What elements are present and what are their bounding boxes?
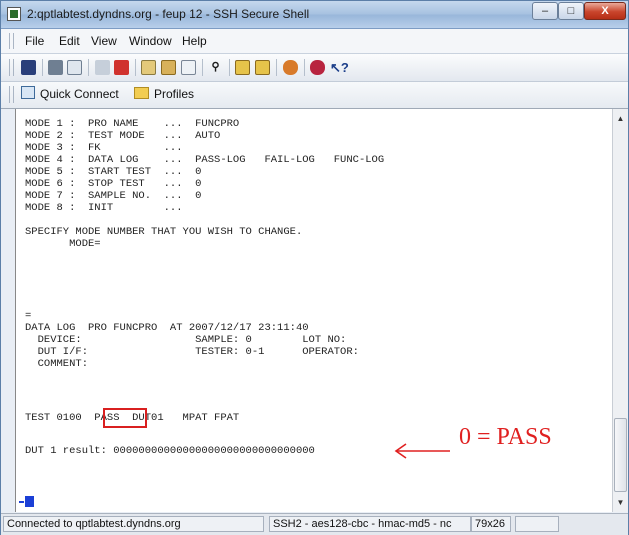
toolbar-separator xyxy=(229,59,230,76)
toolbar-grip xyxy=(9,59,14,76)
quick-connect-icon xyxy=(21,86,35,99)
minimize-button[interactable]: – xyxy=(532,2,558,20)
copy-icon[interactable] xyxy=(141,60,156,75)
quick-connect-button[interactable]: Quick Connect xyxy=(21,85,119,104)
status-lock-icon xyxy=(515,516,559,532)
status-bar: Connected to qptlabtest.dyndns.org SSH2 … xyxy=(1,513,628,535)
app-icon[interactable] xyxy=(7,7,21,21)
toolbar-separator xyxy=(88,59,89,76)
cursor-prefix xyxy=(19,501,24,503)
terminal-line: MODE 1 : PRO NAME ... FUNCPRO xyxy=(25,118,240,130)
terminal-line: = xyxy=(25,310,32,322)
terminal-line: MODE 8 : INIT ... xyxy=(25,202,183,214)
terminal-line: MODE 6 : STOP TEST ... 0 xyxy=(25,178,202,190)
toolbar-separator xyxy=(42,59,43,76)
menu-help[interactable]: Help xyxy=(182,34,207,48)
resize-grip-icon[interactable] xyxy=(561,516,625,532)
disconnect-icon[interactable] xyxy=(114,60,129,75)
toolbar-separator xyxy=(202,59,203,76)
status-cipher: SSH2 - aes128-cbc - hmac-md5 - nc xyxy=(269,516,471,532)
scroll-down-icon[interactable]: ▼ xyxy=(613,495,628,510)
profile-icon[interactable] xyxy=(255,60,270,75)
paste-icon[interactable] xyxy=(161,60,176,75)
menu-view[interactable]: View xyxy=(91,34,117,48)
save-icon[interactable] xyxy=(21,60,36,75)
terminal-line: SPECIFY MODE NUMBER THAT YOU WISH TO CHA… xyxy=(25,226,303,238)
menu-file[interactable]: File xyxy=(25,34,44,48)
terminal-line: MODE= xyxy=(25,238,101,250)
folder-icon xyxy=(134,87,149,99)
toolbar: ⚲ ↖? xyxy=(1,54,628,82)
terminal-line: DATA LOG PRO FUNCPRO AT 2007/12/17 23:11… xyxy=(25,322,309,334)
quick-connect-bar: Quick Connect Profiles xyxy=(1,82,628,109)
key-icon[interactable] xyxy=(310,60,325,75)
scrollbar-thumb[interactable] xyxy=(614,418,627,492)
terminal-area[interactable]: MODE 1 : PRO NAME ... FUNCPRO MODE 2 : T… xyxy=(15,109,613,512)
menu-grip xyxy=(9,33,14,49)
terminal-line: DUT I/F: TESTER: 0-1 OPERATOR: xyxy=(25,346,359,358)
terminal-line: MODE 5 : START TEST ... 0 xyxy=(25,166,202,178)
file-transfer-icon[interactable] xyxy=(283,60,298,75)
help-icon[interactable]: ↖? xyxy=(330,60,349,75)
print-preview-icon[interactable] xyxy=(67,60,82,75)
terminal-line: MODE 4 : DATA LOG ... PASS-LOG FAIL-LOG … xyxy=(25,154,385,166)
pass-annotation: 0 = PASS xyxy=(459,424,552,450)
status-terminal-size: 79x26 xyxy=(471,516,511,532)
terminal-line: DUT 1 result: 00000000000000000000000000… xyxy=(25,445,315,457)
status-connection: Connected to qptlabtest.dyndns.org xyxy=(3,516,264,532)
maximize-button[interactable]: □ xyxy=(558,2,584,20)
pass-highlight-box xyxy=(103,408,147,428)
terminal-line: COMMENT: xyxy=(25,358,89,370)
menu-edit[interactable]: Edit xyxy=(59,34,80,48)
toolbar-separator xyxy=(304,59,305,76)
terminal-line: DEVICE: SAMPLE: 0 LOT NO: xyxy=(25,334,347,346)
profiles-label: Profiles xyxy=(154,87,195,101)
scroll-up-icon[interactable]: ▲ xyxy=(613,111,628,126)
toolbar-separator xyxy=(135,59,136,76)
menu-bar: File Edit View Window Help xyxy=(1,29,628,54)
vertical-scrollbar[interactable]: ▲ ▼ xyxy=(612,109,628,512)
profiles-button[interactable]: Profiles xyxy=(134,85,194,104)
close-button[interactable]: X xyxy=(584,2,626,20)
paste-special-icon[interactable] xyxy=(181,60,196,75)
find-icon[interactable]: ⚲ xyxy=(208,60,223,75)
window-title: 2:qptlabtest.dyndns.org - feup 12 - SSH … xyxy=(27,7,310,21)
terminal-line: MODE 3 : FK ... xyxy=(25,142,183,154)
title-bar[interactable]: 2:qptlabtest.dyndns.org - feup 12 - SSH … xyxy=(1,1,628,29)
terminal-line: MODE 7 : SAMPLE NO. ... 0 xyxy=(25,190,202,202)
quickbar-grip xyxy=(9,86,14,103)
quick-connect-label: Quick Connect xyxy=(40,87,119,101)
terminal-line: MODE 2 : TEST MODE ... AUTO xyxy=(25,130,221,142)
settings-icon[interactable] xyxy=(235,60,250,75)
menu-window[interactable]: Window xyxy=(129,34,172,48)
ssh-client-window: 2:qptlabtest.dyndns.org - feup 12 - SSH … xyxy=(0,0,629,535)
toolbar-separator xyxy=(276,59,277,76)
terminal-cursor xyxy=(25,496,34,507)
left-arrow-icon xyxy=(394,443,450,459)
print-icon[interactable] xyxy=(48,60,63,75)
new-file-transfer-icon[interactable] xyxy=(95,60,110,75)
